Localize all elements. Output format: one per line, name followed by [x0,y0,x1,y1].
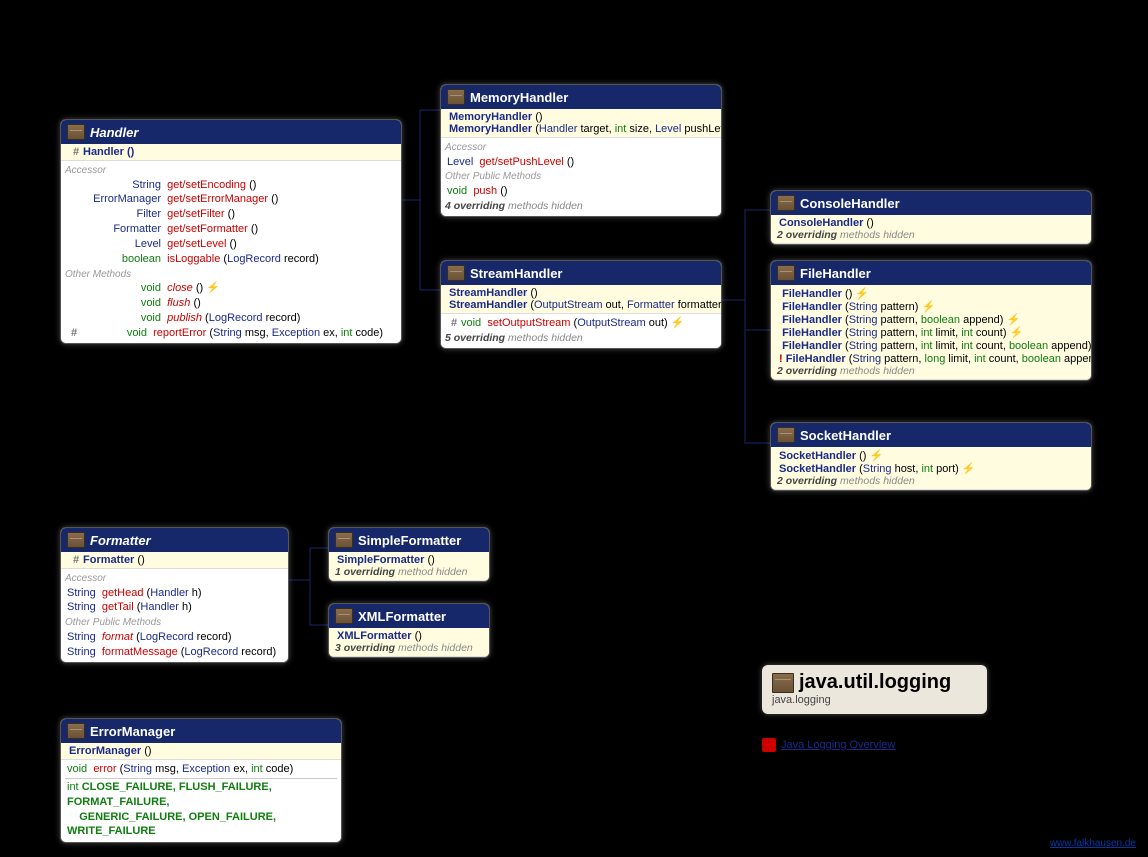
class-xmlformatter: XMLFormatter XMLFormatter () 3 overridin… [328,603,490,658]
module-name: java.logging [772,694,977,706]
package-icon [447,89,465,105]
watermark[interactable]: www.falkhausen.de [1050,838,1136,849]
class-title: XMLFormatter [329,604,489,628]
class-title: Formatter [61,528,288,552]
package-icon [777,265,795,281]
class-title: MemoryHandler [441,85,721,109]
doc-link[interactable]: Java Logging Overview [762,738,895,752]
class-errormanager: ErrorManager ErrorManager () void error … [60,718,342,843]
class-title: SimpleFormatter [329,528,489,552]
package-icon [777,195,795,211]
package-icon [335,532,353,548]
package-icon [67,723,85,739]
link-text[interactable]: Java Logging Overview [781,739,895,751]
package-info: java.util.logging java.logging [762,665,987,714]
oracle-icon [762,738,776,752]
package-icon [772,673,794,693]
class-title: ErrorManager [61,719,341,743]
class-title: Handler [61,120,401,144]
class-formatter: Formatter #Formatter () Accessor String … [60,527,289,663]
hidden-note: 4 overriding methods hidden [445,200,583,212]
package-icon [777,427,795,443]
class-consolehandler: ConsoleHandler ConsoleHandler () 2 overr… [770,190,1092,245]
package-icon [335,608,353,624]
section-other: Other Methods [65,267,397,282]
package-title: java.util.logging [799,671,951,694]
class-memoryhandler: MemoryHandler MemoryHandler () MemoryHan… [440,84,722,217]
class-title: FileHandler [771,261,1091,285]
class-simpleformatter: SimpleFormatter SimpleFormatter () 1 ove… [328,527,490,582]
package-icon [447,265,465,281]
package-icon [67,124,85,140]
ctor: Handler () [83,146,134,158]
package-icon [67,532,85,548]
class-handler: Handler #Handler () Accessor String get/… [60,119,402,344]
class-title: StreamHandler [441,261,721,285]
section-accessor: Accessor [65,163,397,178]
class-sockethandler: SocketHandler SocketHandler () ⚡ SocketH… [770,422,1092,491]
class-filehandler: FileHandler FileHandler () ⚡ FileHandler… [770,260,1092,381]
class-title: ConsoleHandler [771,191,1091,215]
class-title: SocketHandler [771,423,1091,447]
class-streamhandler: StreamHandler StreamHandler () StreamHan… [440,260,722,349]
